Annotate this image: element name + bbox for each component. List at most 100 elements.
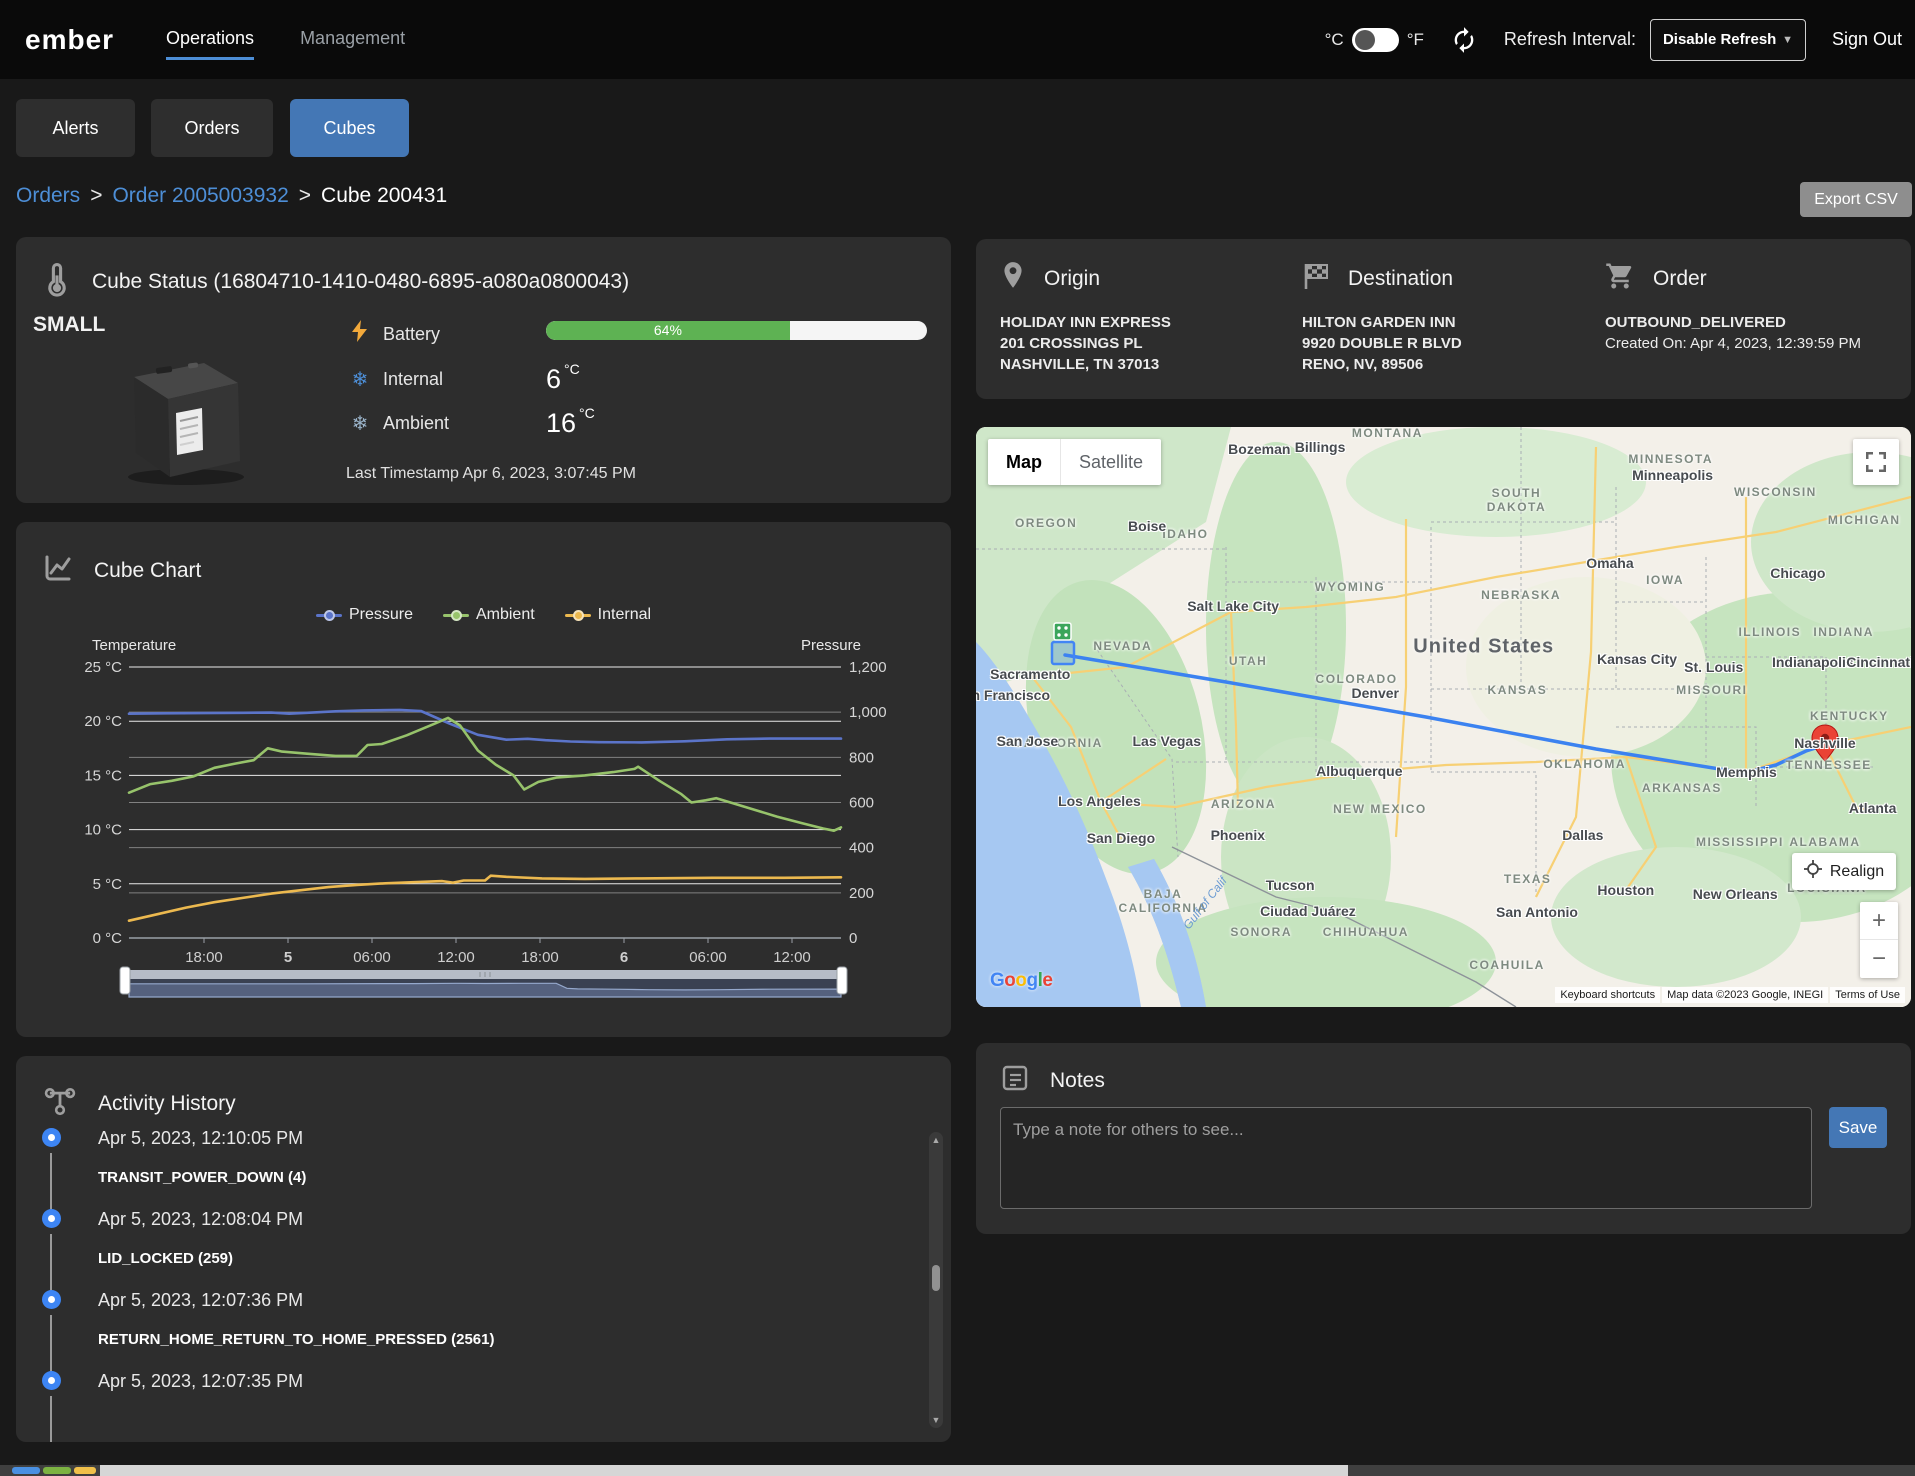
refresh-interval-label: Refresh Interval: xyxy=(1504,29,1636,50)
ambient-label: Ambient xyxy=(383,413,503,434)
svg-text:20 °C: 20 °C xyxy=(84,713,122,730)
svg-text:5: 5 xyxy=(284,949,292,966)
svg-text:18:00: 18:00 xyxy=(185,949,223,966)
svg-text:400: 400 xyxy=(849,840,874,857)
map-data-attribution: Map data ©2023 Google, INEGI xyxy=(1662,987,1828,1003)
map-zoom-control: + − xyxy=(1860,902,1898,978)
svg-text:06:00: 06:00 xyxy=(689,949,727,966)
sign-out-button[interactable]: Sign Out xyxy=(1832,29,1902,50)
map[interactable]: MONTANAMINNESOTAWISCONSINMICHIGANSOUTH D… xyxy=(976,427,1911,1007)
ambient-temp-value: 16°C xyxy=(546,405,595,439)
svg-text:12:00: 12:00 xyxy=(773,949,811,966)
address-line: OUTBOUND_DELIVERED xyxy=(1605,312,1861,333)
order-info: OUTBOUND_DELIVEREDCreated On: Apr 4, 202… xyxy=(1605,312,1861,354)
svg-text:800: 800 xyxy=(849,749,874,766)
cube-image xyxy=(104,337,264,492)
top-nav: Operations Management xyxy=(166,28,405,60)
breadcrumb-separator: > xyxy=(90,184,102,208)
toggle-knob xyxy=(1355,30,1375,50)
activity-event: Apr 5, 2023, 12:07:36 PMRETURN_HOME_RETU… xyxy=(16,1282,896,1363)
refresh-interval-select[interactable]: Disable Refresh ▼ xyxy=(1650,19,1806,61)
breadcrumb-cube: Cube 200431 xyxy=(321,184,447,208)
internal-temp-value: 6°C xyxy=(546,361,580,395)
breadcrumb: Orders > Order 2005003932 > Cube 200431 xyxy=(16,184,447,208)
scroll-up-icon[interactable]: ▲ xyxy=(929,1135,943,1145)
navigator-handle[interactable] xyxy=(837,967,847,994)
breadcrumb-orders[interactable]: Orders xyxy=(16,184,80,208)
google-logo: Google xyxy=(990,970,1052,992)
tab-cubes[interactable]: Cubes xyxy=(290,99,409,157)
cube-chart-plot: TemperaturePressure25 °C20 °C15 °C10 °C5… xyxy=(16,522,951,1037)
breadcrumb-order-number[interactable]: Order 2005003932 xyxy=(112,184,288,208)
map-button[interactable]: Map xyxy=(988,439,1060,485)
last-timestamp: Last Timestamp Apr 6, 2023, 3:07:45 PM xyxy=(346,465,636,483)
thermometer-icon xyxy=(42,261,72,302)
event-connector xyxy=(50,1396,52,1442)
battery-percent: 64% xyxy=(546,322,790,338)
temperature-unit-toggle[interactable] xyxy=(1352,28,1399,52)
tab-orders[interactable]: Orders xyxy=(151,99,273,157)
svg-text:Pressure: Pressure xyxy=(801,637,861,654)
refresh-icon[interactable] xyxy=(1450,26,1478,54)
svg-text:0: 0 xyxy=(849,930,857,947)
satellite-button[interactable]: Satellite xyxy=(1060,439,1161,485)
event-time: Apr 5, 2023, 12:08:04 PM xyxy=(98,1209,303,1230)
event-name: LID_LOCKED (259) xyxy=(98,1250,233,1267)
navigator-handle[interactable] xyxy=(120,967,130,994)
shopping-cart-icon xyxy=(1605,261,1635,296)
svg-text:12:00: 12:00 xyxy=(437,949,475,966)
origin-title: Origin xyxy=(1044,267,1100,291)
terms-of-use-link[interactable]: Terms of Use xyxy=(1830,987,1905,1003)
note-icon xyxy=(1000,1063,1030,1098)
address-line: 9920 DOUBLE R BLVD xyxy=(1302,333,1462,354)
timeline-icon xyxy=(42,1084,78,1123)
destination-title: Destination xyxy=(1348,267,1453,291)
activity-history-title: Activity History xyxy=(98,1092,236,1116)
note-input[interactable] xyxy=(1000,1107,1812,1209)
fahrenheit-label: °F xyxy=(1407,30,1424,50)
address-line: Created On: Apr 4, 2023, 12:39:59 PM xyxy=(1605,333,1861,354)
nav-management[interactable]: Management xyxy=(300,28,405,60)
scrollbar-thumb[interactable] xyxy=(932,1265,940,1291)
activity-scrollbar[interactable]: ▲ ▼ xyxy=(929,1132,943,1428)
map-type-control: Map Satellite xyxy=(988,439,1161,485)
keyboard-shortcuts-link[interactable]: Keyboard shortcuts xyxy=(1555,987,1660,1003)
event-marker-icon xyxy=(42,1128,61,1147)
zoom-in-button[interactable]: + xyxy=(1860,902,1898,940)
tab-alerts[interactable]: Alerts xyxy=(16,99,135,157)
cube-marker xyxy=(1054,623,1071,640)
zoom-out-button[interactable]: − xyxy=(1860,940,1898,978)
svg-text:200: 200 xyxy=(849,885,874,902)
nav-operations[interactable]: Operations xyxy=(166,28,254,60)
shipment-info-card: Origin HOLIDAY INN EXPRESS201 CROSSINGS … xyxy=(976,239,1911,399)
activity-list: Apr 5, 2023, 12:10:05 PMTRANSIT_POWER_DO… xyxy=(16,1120,896,1442)
svg-text:18:00: 18:00 xyxy=(521,949,559,966)
ember-logo: ember xyxy=(25,24,114,56)
order-title: Order xyxy=(1653,267,1707,291)
scroll-down-icon[interactable]: ▼ xyxy=(929,1415,943,1425)
activity-event: Apr 5, 2023, 12:10:05 PMTRANSIT_POWER_DO… xyxy=(16,1120,896,1201)
battery-progress-bar: 64% xyxy=(546,321,927,340)
cube-status-title: Cube Status (16804710-1410-0480-6895-a08… xyxy=(92,270,629,294)
horizontal-scrollbar-thumb[interactable] xyxy=(100,1465,1348,1476)
map-attribution: Keyboard shortcuts Map data ©2023 Google… xyxy=(1555,987,1905,1003)
realign-button[interactable]: Realign xyxy=(1792,853,1896,890)
svg-text:1,200: 1,200 xyxy=(849,659,887,676)
fullscreen-button[interactable] xyxy=(1853,439,1899,485)
address-line: 201 CROSSINGS PL xyxy=(1000,333,1171,354)
horizontal-scrollbar[interactable] xyxy=(0,1465,1915,1476)
cube-status-card: Cube Status (16804710-1410-0480-6895-a08… xyxy=(16,237,951,503)
event-marker-icon xyxy=(42,1209,61,1228)
svg-text:5 °C: 5 °C xyxy=(93,876,123,893)
svg-text:Temperature: Temperature xyxy=(92,637,176,654)
address-line: NASHVILLE, TN 37013 xyxy=(1000,354,1171,375)
address-line: RENO, NV, 89506 xyxy=(1302,354,1462,375)
activity-event: Apr 5, 2023, 12:07:35 PM xyxy=(16,1363,896,1442)
snowflake-icon: ❄ xyxy=(347,411,373,436)
svg-text:15 °C: 15 °C xyxy=(84,767,122,784)
export-csv-button[interactable]: Export CSV xyxy=(1800,182,1912,217)
save-button[interactable]: Save xyxy=(1829,1107,1887,1148)
activity-event: Apr 5, 2023, 12:08:04 PM LID_LOCKED (259) xyxy=(16,1201,896,1282)
svg-text:600: 600 xyxy=(849,795,874,812)
svg-text:6: 6 xyxy=(620,949,628,966)
